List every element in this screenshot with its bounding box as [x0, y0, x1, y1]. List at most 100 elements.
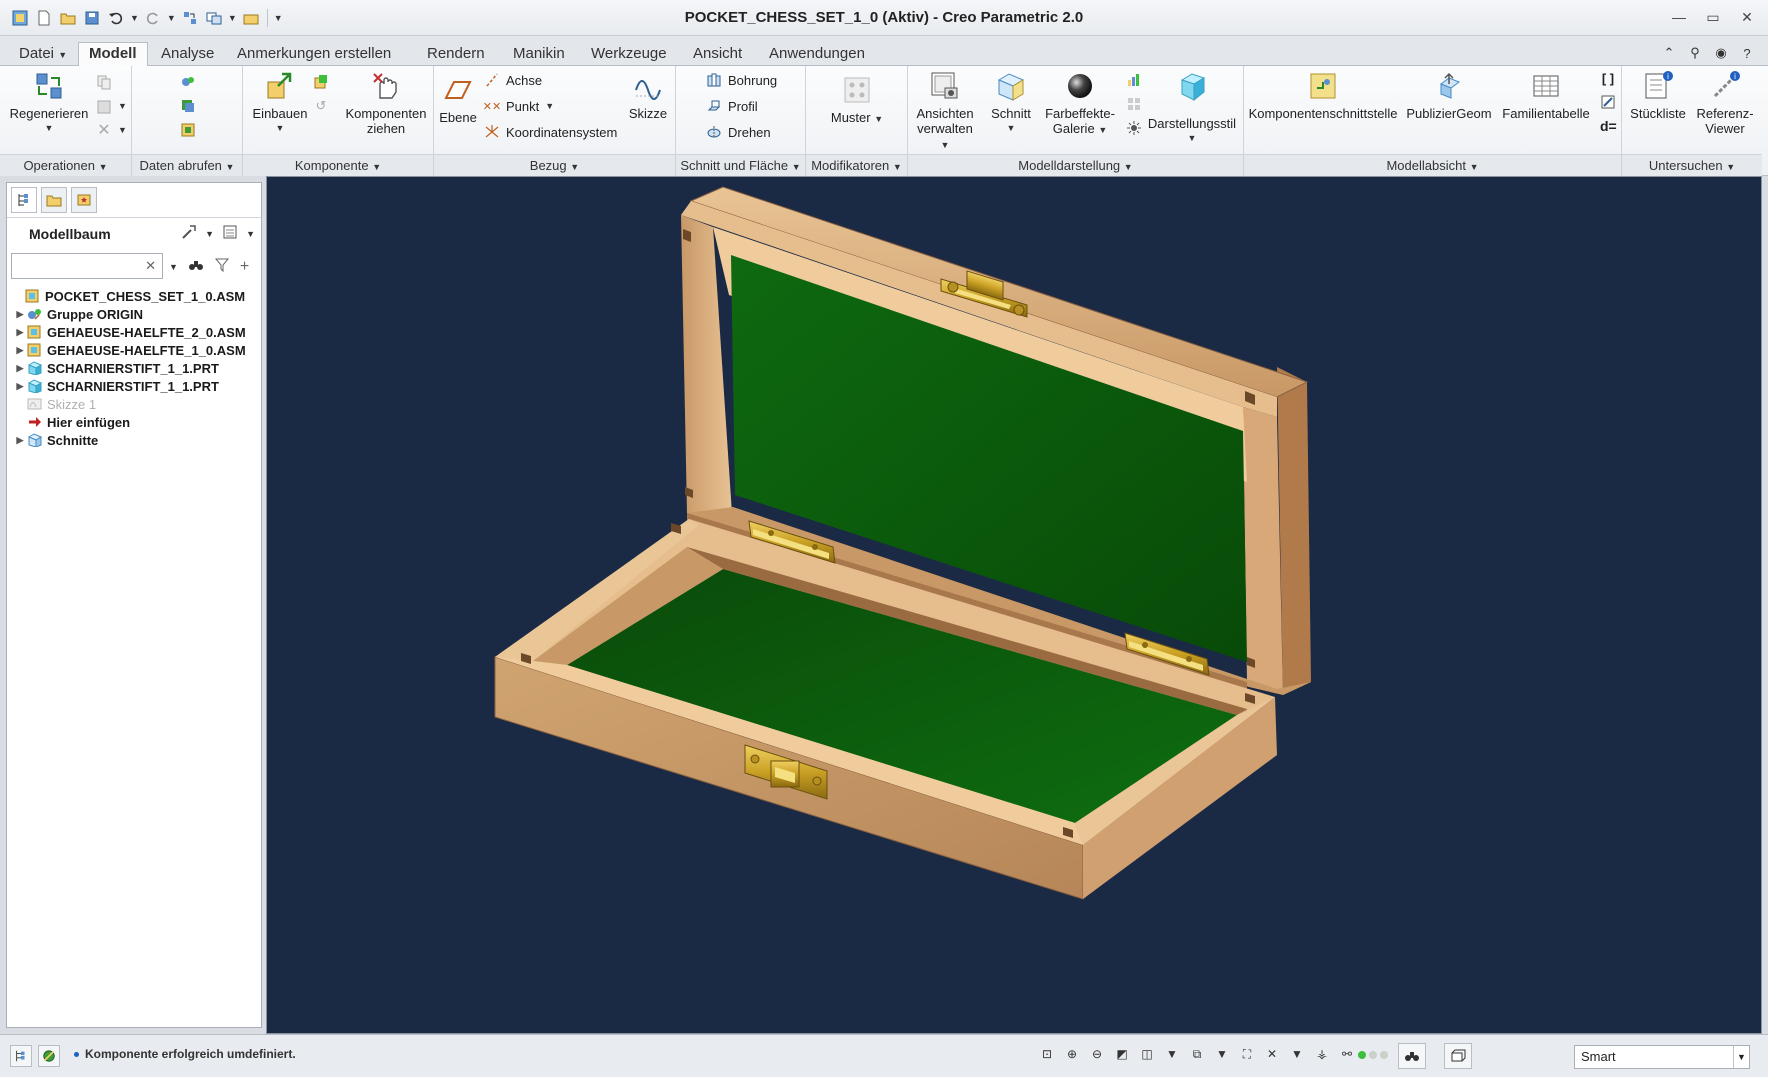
- einbauen-button[interactable]: Einbauen ▼: [247, 70, 313, 136]
- tab-datei[interactable]: Datei ▼: [8, 42, 78, 66]
- expand-arrow-icon[interactable]: ▶: [13, 381, 27, 392]
- refit-icon[interactable]: ⊡: [1038, 1045, 1056, 1063]
- delete-button[interactable]: ✕ ▼: [96, 120, 127, 140]
- filter-icon[interactable]: [214, 257, 230, 276]
- publiziergeom-button[interactable]: PublizierGeom: [1404, 70, 1494, 121]
- expand-arrow-icon[interactable]: ▶: [13, 327, 27, 338]
- favorites-tab-icon[interactable]: [71, 187, 97, 213]
- darstellungsstil-button[interactable]: Darstellungsstil ▼: [1142, 70, 1242, 146]
- tree-search-input[interactable]: ✕: [11, 253, 163, 279]
- ebene-button[interactable]: Ebene: [438, 74, 478, 125]
- tree-item[interactable]: ▶ Schnitte: [11, 431, 259, 449]
- select-box-icon[interactable]: [1444, 1043, 1472, 1069]
- toggle-browser-icon[interactable]: [38, 1045, 60, 1067]
- zoom-in-icon[interactable]: ⊕: [1063, 1045, 1081, 1063]
- create-component-button[interactable]: [313, 72, 329, 92]
- expand-arrow-icon[interactable]: ▶: [13, 435, 27, 446]
- group-label-bezug[interactable]: Bezug ▼: [434, 154, 675, 176]
- expand-arrow-icon[interactable]: ▶: [13, 345, 27, 356]
- search-dropdown-icon[interactable]: ▼: [169, 262, 178, 272]
- regenerieren-button[interactable]: Regenerieren ▼: [10, 70, 88, 136]
- tab-manikin[interactable]: Manikin: [502, 42, 576, 66]
- schnitt-button[interactable]: Schnitt ▼: [986, 70, 1036, 136]
- graphics-window[interactable]: [266, 176, 1762, 1034]
- group-label-operationen[interactable]: Operationen ▼: [0, 154, 131, 176]
- collapse-ribbon-icon[interactable]: ⌃: [1660, 44, 1678, 62]
- komponenten-ziehen-button[interactable]: Komponenten ziehen: [343, 70, 429, 136]
- community-icon[interactable]: ◉: [1712, 44, 1730, 62]
- tab-werkzeuge[interactable]: Werkzeuge: [580, 42, 678, 66]
- display-style-dropdown-icon[interactable]: ▼: [1163, 1045, 1181, 1063]
- tree-item[interactable]: ▶ SCHARNIERSTIFT_1_1.PRT: [11, 359, 259, 377]
- repaint-icon[interactable]: ◩: [1113, 1045, 1131, 1063]
- chess-box-model[interactable]: [267, 177, 1763, 1035]
- folder-browser-tab-icon[interactable]: [41, 187, 67, 213]
- help-icon[interactable]: ?: [1738, 44, 1756, 62]
- familientabelle-button[interactable]: Familientabelle: [1496, 70, 1596, 121]
- tab-rendern[interactable]: Rendern: [416, 42, 496, 66]
- group-label-komponente[interactable]: Komponente ▼: [243, 154, 433, 176]
- model-tree-tab-icon[interactable]: [11, 187, 37, 213]
- selection-filter-select[interactable]: Smart ▼: [1574, 1045, 1750, 1069]
- repeat-button[interactable]: ↺: [313, 96, 329, 116]
- merge-button[interactable]: [180, 72, 196, 92]
- expand-arrow-icon[interactable]: ▶: [13, 309, 27, 320]
- group-label-modellabsicht[interactable]: Modellabsicht ▼: [1244, 154, 1621, 176]
- show-options-icon[interactable]: [222, 224, 238, 243]
- display-style-small-icon[interactable]: ◫: [1138, 1045, 1156, 1063]
- find-binoculars-icon[interactable]: [188, 257, 204, 276]
- group-label-untersuchen[interactable]: Untersuchen ▼: [1622, 154, 1762, 176]
- minimize-icon[interactable]: —: [1668, 8, 1690, 26]
- search-icon[interactable]: ⚲: [1686, 44, 1704, 62]
- tree-item[interactable]: ▶ GEHAEUSE-HAELFTE_1_0.ASM: [11, 341, 259, 359]
- show-options-dropdown-icon[interactable]: ▼: [246, 229, 255, 239]
- profil-button[interactable]: Profil: [706, 96, 758, 116]
- display-settings-button[interactable]: [1126, 70, 1142, 90]
- tab-anwendungen[interactable]: Anwendungen: [758, 42, 876, 66]
- group-label-modifikatoren[interactable]: Modifikatoren ▼: [806, 154, 907, 176]
- zoom-out-icon[interactable]: ⊖: [1088, 1045, 1106, 1063]
- view-manager-small-icon[interactable]: ⛶: [1238, 1045, 1256, 1063]
- saved-orientations-icon[interactable]: ⧉: [1188, 1045, 1206, 1063]
- expand-arrow-icon[interactable]: ▶: [13, 363, 27, 374]
- group-label-schnitt-flaeche[interactable]: Schnitt und Fläche ▼: [676, 154, 805, 176]
- datum-display-icon[interactable]: ✕: [1263, 1045, 1281, 1063]
- toggle-navigator-icon[interactable]: [10, 1045, 32, 1067]
- paste-button[interactable]: ▼: [96, 96, 127, 116]
- tree-item[interactable]: Skizze 1: [11, 395, 259, 413]
- copy-geom-button[interactable]: [180, 96, 196, 116]
- relations-button[interactable]: [ ]: [1600, 68, 1616, 88]
- scene-button[interactable]: [1126, 118, 1142, 138]
- skizze-button[interactable]: Skizze: [626, 70, 670, 121]
- tab-analyse[interactable]: Analyse: [150, 42, 225, 66]
- tree-settings-icon[interactable]: [181, 224, 197, 243]
- tree-item[interactable]: ▶ SCHARNIERSTIFT_1_1.PRT: [11, 377, 259, 395]
- selection-filter-dropdown-icon[interactable]: ▼: [1733, 1046, 1749, 1068]
- komponentenschnittstelle-button[interactable]: Komponentenschnittstelle: [1248, 70, 1398, 121]
- referenz-viewer-button[interactable]: i Referenz- Viewer: [1692, 70, 1758, 136]
- drehen-button[interactable]: Drehen: [706, 122, 771, 142]
- tree-item[interactable]: ▶ Gruppe ORIGIN: [11, 305, 259, 323]
- achse-button[interactable]: Achse: [484, 70, 542, 90]
- shrinkwrap-button[interactable]: [180, 120, 196, 140]
- d-equals-button[interactable]: d=: [1600, 116, 1617, 136]
- clear-search-icon[interactable]: ✕: [145, 258, 156, 274]
- farbeffekte-galerie-button[interactable]: Farbeffekte- Galerie ▼: [1042, 70, 1118, 138]
- tree-item[interactable]: POCKET_CHESS_SET_1_0.ASM: [11, 287, 259, 305]
- muster-button[interactable]: Muster ▼: [822, 74, 892, 127]
- bohrung-button[interactable]: Bohrung: [706, 70, 777, 90]
- close-icon[interactable]: ✕: [1736, 8, 1758, 26]
- ansichten-verwalten-button[interactable]: Ansichten verwalten ▼: [912, 70, 978, 153]
- tab-ansicht[interactable]: Ansicht: [682, 42, 753, 66]
- koordinatensystem-button[interactable]: Koordinatensystem: [484, 122, 617, 142]
- add-column-icon[interactable]: +: [240, 258, 249, 276]
- group-label-modelldarstellung[interactable]: Modelldarstellung ▼: [908, 154, 1243, 176]
- perspective-button[interactable]: [1126, 94, 1142, 114]
- saved-orientations-dropdown-icon[interactable]: ▼: [1213, 1045, 1231, 1063]
- spin-center-icon[interactable]: ⚶: [1313, 1045, 1331, 1063]
- tab-modell[interactable]: Modell: [78, 42, 148, 67]
- find-binoculars-status-icon[interactable]: [1398, 1043, 1426, 1069]
- annotation-display-icon[interactable]: ⚯: [1338, 1045, 1356, 1063]
- maximize-icon[interactable]: ▭: [1702, 8, 1724, 26]
- parameters-button[interactable]: [1600, 92, 1616, 112]
